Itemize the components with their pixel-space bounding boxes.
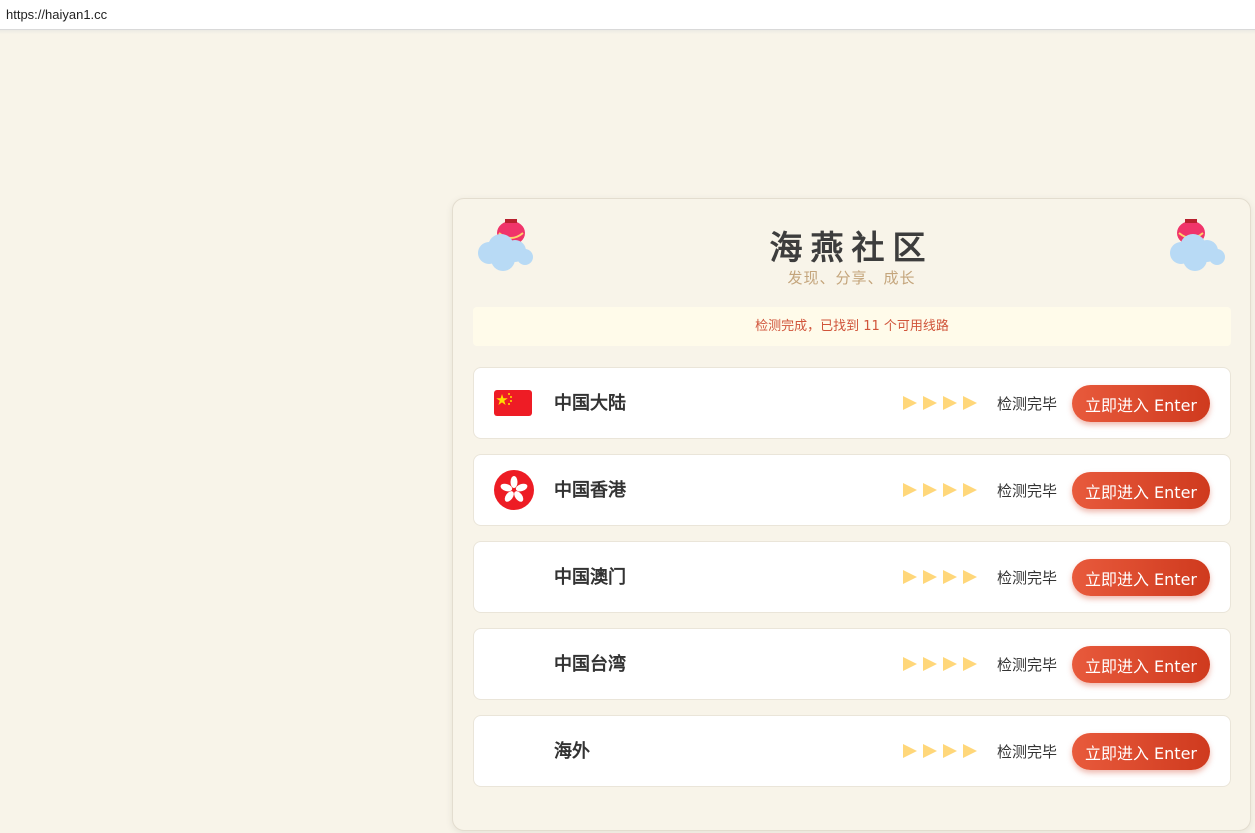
route-region: 中国澳门	[554, 567, 626, 588]
route-status: 检测完毕	[997, 656, 1058, 674]
route-row-mainland: 中国大陆 检测完毕 立即进入 Enter	[473, 367, 1231, 439]
signal-strength-icon	[902, 655, 978, 675]
detection-notice: 检测完成，已找到 11 个可用线路	[473, 307, 1231, 346]
route-region: 中国台湾	[554, 654, 626, 675]
signal-strength-icon	[902, 742, 978, 762]
china-flag-icon	[494, 390, 532, 416]
route-status: 检测完毕	[997, 569, 1058, 587]
address-bar-shadow	[0, 30, 1255, 34]
address-bar[interactable]: https://haiyan1.cc	[0, 0, 1255, 30]
hong-kong-flag-icon	[494, 470, 534, 510]
route-row-taiwan: 中国台湾 检测完毕 立即进入 Enter	[473, 628, 1231, 700]
address-url: https://haiyan1.cc	[6, 7, 108, 22]
route-status: 检测完毕	[997, 743, 1058, 761]
enter-button[interactable]: 立即进入 Enter	[1072, 559, 1210, 596]
route-status: 检测完毕	[997, 482, 1058, 500]
signal-strength-icon	[902, 481, 978, 501]
site-subtitle: 发现、分享、成长	[787, 269, 916, 287]
route-region: 中国大陆	[554, 393, 626, 414]
signal-strength-icon	[902, 568, 978, 588]
route-status: 检测完毕	[997, 395, 1058, 413]
route-region: 海外	[554, 741, 590, 762]
site-title: 海燕社区	[769, 228, 934, 267]
enter-button[interactable]: 立即进入 Enter	[1072, 733, 1210, 770]
enter-button[interactable]: 立即进入 Enter	[1072, 385, 1210, 422]
route-selector-card: 海燕社区 发现、分享、成长 检测完成，已找到 11 个可用线路 中国大陆 检测完…	[452, 198, 1251, 831]
signal-strength-icon	[902, 394, 978, 414]
route-region: 中国香港	[554, 480, 626, 501]
enter-button[interactable]: 立即进入 Enter	[1072, 472, 1210, 509]
route-row-overseas: 海外 检测完毕 立即进入 Enter	[473, 715, 1231, 787]
enter-button[interactable]: 立即进入 Enter	[1072, 646, 1210, 683]
route-row-hong-kong: 中国香港 检测完毕 立即进入 Enter	[473, 454, 1231, 526]
route-row-macau: 中国澳门 检测完毕 立即进入 Enter	[473, 541, 1231, 613]
